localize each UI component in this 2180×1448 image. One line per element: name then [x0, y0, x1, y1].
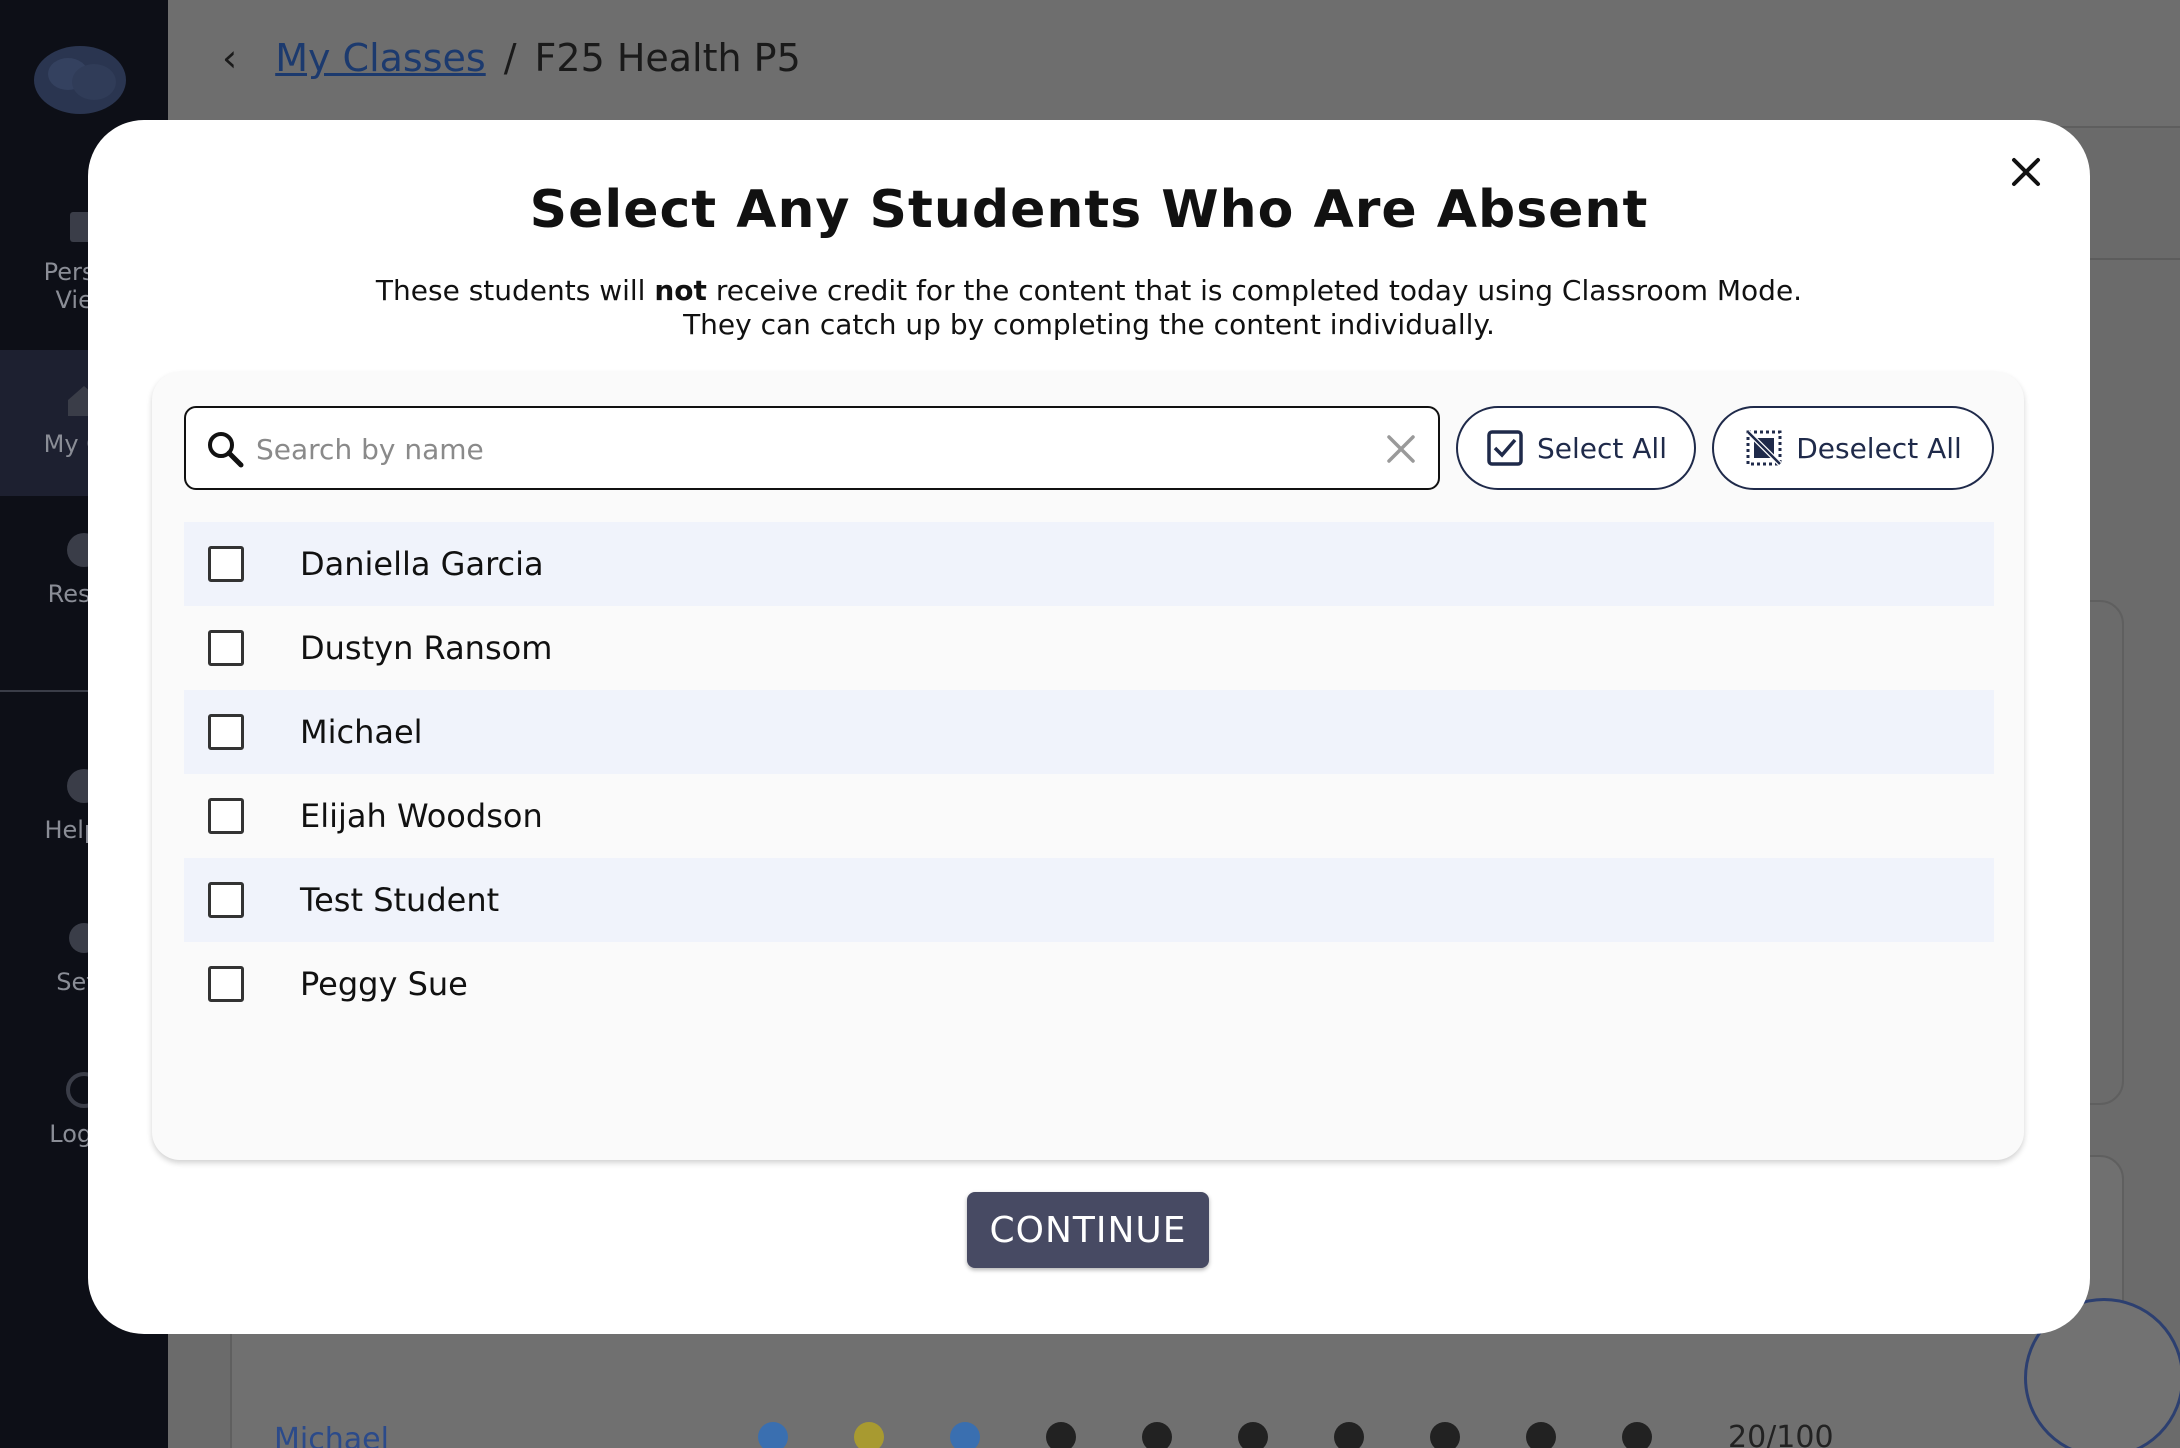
- modal-title: Select Any Students Who Are Absent: [529, 180, 1649, 240]
- student-row[interactable]: Test Student: [184, 858, 1994, 942]
- student-name: Dustyn Ransom: [300, 629, 553, 667]
- status-x-icon: [1238, 1422, 1268, 1448]
- description-text: receive credit for the content that is c…: [706, 274, 1803, 307]
- select-all-button[interactable]: Select All: [1456, 406, 1696, 490]
- background-row-name: Michael: [274, 1422, 389, 1448]
- status-x-icon: [1046, 1422, 1076, 1448]
- student-name: Elijah Woodson: [300, 797, 543, 835]
- description-text: These students will: [375, 274, 655, 307]
- student-checkbox[interactable]: [208, 546, 244, 582]
- status-x-icon: [1526, 1422, 1556, 1448]
- description-line-2: They can catch up by completing the cont…: [683, 308, 1495, 341]
- status-pending-icon: [854, 1422, 884, 1448]
- clear-search-icon[interactable]: [1382, 430, 1420, 468]
- status-check-icon: [758, 1422, 788, 1448]
- checkbox-checked-icon: [1487, 430, 1523, 466]
- student-list-panel: Select All Deselect All Daniella Garcia …: [152, 372, 2024, 1160]
- student-checkbox[interactable]: [208, 798, 244, 834]
- breadcrumb: ‹ My Classes / F25 Health P5: [222, 36, 801, 80]
- background-row-score: 20/100: [1728, 1420, 1834, 1448]
- student-checkbox[interactable]: [208, 630, 244, 666]
- breadcrumb-link-my-classes[interactable]: My Classes: [275, 36, 486, 80]
- breadcrumb-separator: /: [503, 36, 517, 80]
- status-x-icon: [1334, 1422, 1364, 1448]
- continue-button[interactable]: CONTINUE: [967, 1192, 1209, 1268]
- student-name: Test Student: [300, 881, 500, 919]
- status-x-icon: [1622, 1422, 1652, 1448]
- student-row[interactable]: Dustyn Ransom: [184, 606, 1994, 690]
- deselect-all-label: Deselect All: [1796, 431, 1962, 465]
- breadcrumb-current: F25 Health P5: [534, 36, 801, 80]
- student-list: Daniella Garcia Dustyn Ransom Michael El…: [184, 522, 1994, 1026]
- student-checkbox[interactable]: [208, 714, 244, 750]
- search-field[interactable]: [184, 406, 1440, 490]
- status-x-icon: [1142, 1422, 1172, 1448]
- status-x-icon: [1430, 1422, 1460, 1448]
- status-check-icon: [950, 1422, 980, 1448]
- search-input[interactable]: [256, 424, 1356, 474]
- description-emphasis: not: [654, 274, 707, 307]
- modal-description: These students will not receive credit f…: [88, 274, 2090, 342]
- brain-logo-icon: [34, 46, 126, 114]
- student-name: Daniella Garcia: [300, 545, 544, 583]
- student-row[interactable]: Elijah Woodson: [184, 774, 1994, 858]
- student-row[interactable]: Peggy Sue: [184, 942, 1994, 1026]
- chevron-left-icon[interactable]: ‹: [222, 36, 237, 80]
- student-checkbox[interactable]: [208, 882, 244, 918]
- student-name: Peggy Sue: [300, 965, 468, 1003]
- student-row[interactable]: Michael: [184, 690, 1994, 774]
- deselect-icon: [1746, 430, 1782, 466]
- student-row[interactable]: Daniella Garcia: [184, 522, 1994, 606]
- deselect-all-button[interactable]: Deselect All: [1712, 406, 1994, 490]
- student-name: Michael: [300, 713, 423, 751]
- select-all-label: Select All: [1537, 431, 1667, 465]
- absent-students-modal: Select Any Students Who Are Absent These…: [88, 120, 2090, 1334]
- student-checkbox[interactable]: [208, 966, 244, 1002]
- search-icon: [208, 432, 244, 468]
